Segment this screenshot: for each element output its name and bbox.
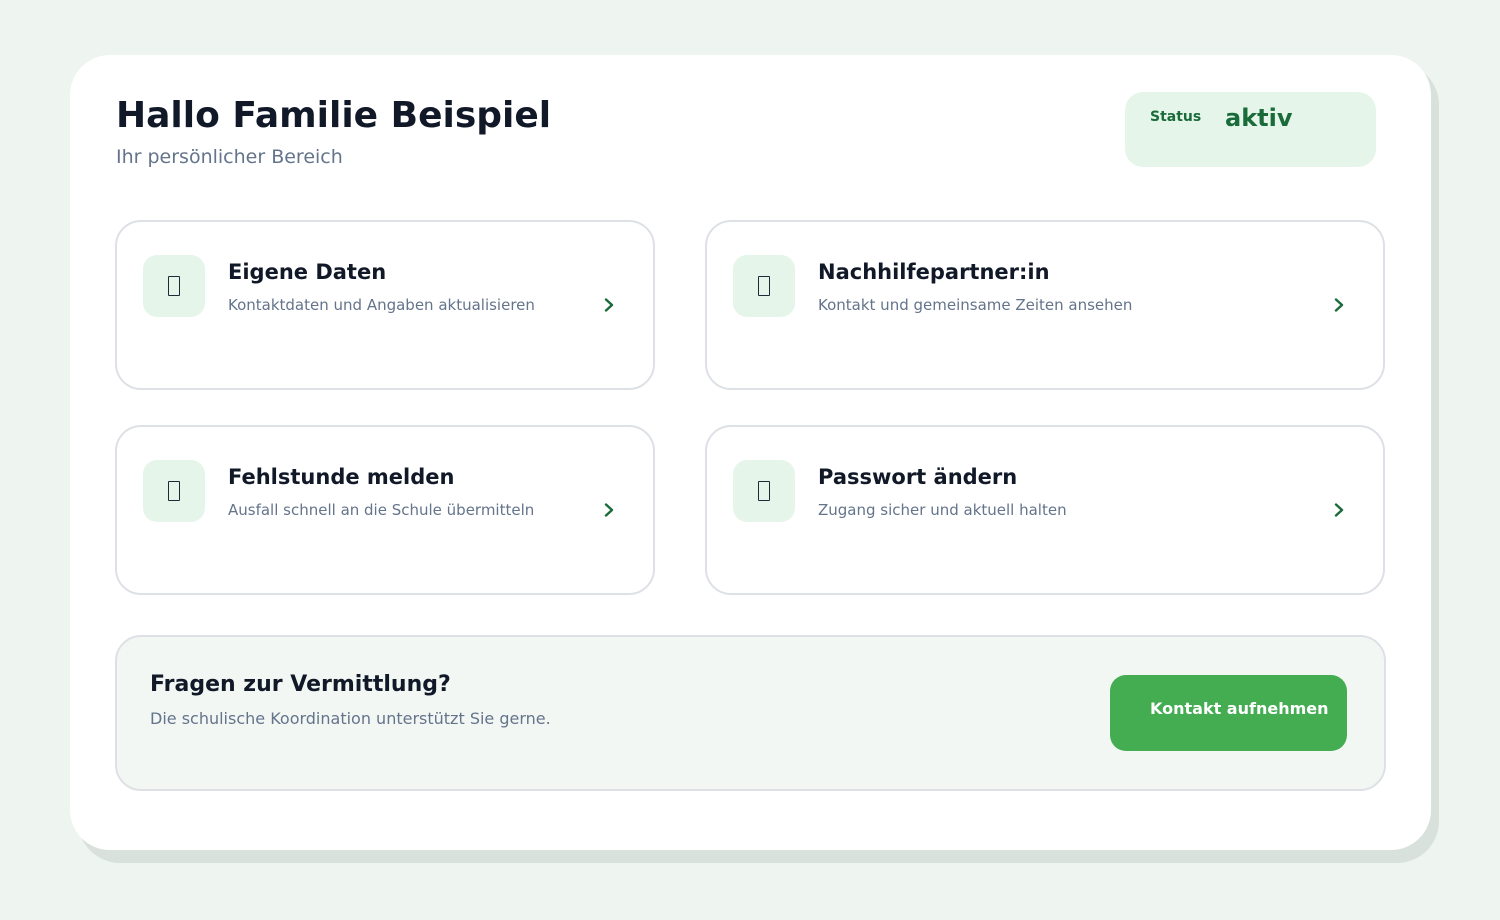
document-icon — [733, 255, 795, 317]
dashboard-card: Hallo Familie Beispiel Ihr persönlicher … — [70, 55, 1431, 850]
chevron-right-icon — [604, 503, 614, 517]
tile-description: Ausfall schnell an die Schule übermittel… — [228, 501, 535, 519]
help-box: Fragen zur Vermittlung? Die schulische K… — [115, 635, 1386, 791]
status-badge: Status aktiv — [1125, 92, 1376, 167]
status-label: Status — [1150, 109, 1202, 125]
page-title: Hallo Familie Beispiel — [116, 95, 552, 136]
chevron-right-icon — [1334, 503, 1344, 517]
tile-description: Zugang sicher und aktuell halten — [818, 501, 1067, 519]
document-icon — [143, 255, 205, 317]
document-icon — [143, 460, 205, 522]
document-icon — [733, 460, 795, 522]
chevron-right-icon — [1334, 298, 1344, 312]
tile-nachhilfepartner[interactable]: Nachhilfepartner:in Kontakt und gemeinsa… — [705, 220, 1385, 390]
tile-eigene-daten[interactable]: Eigene Daten Kontaktdaten und Angaben ak… — [115, 220, 655, 390]
contact-button[interactable]: Kontakt aufnehmen — [1110, 675, 1347, 751]
tile-title: Fehlstunde melden — [228, 465, 455, 489]
tile-description: Kontakt und gemeinsame Zeiten ansehen — [818, 296, 1133, 314]
tile-passwort-aendern[interactable]: Passwort ändern Zugang sicher und aktuel… — [705, 425, 1385, 595]
help-title: Fragen zur Vermittlung? — [150, 672, 451, 697]
tile-title: Passwort ändern — [818, 465, 1018, 489]
chevron-right-icon — [604, 298, 614, 312]
tile-description: Kontaktdaten und Angaben aktualisieren — [228, 296, 535, 314]
page-subtitle: Ihr persönlicher Bereich — [116, 146, 343, 168]
tile-fehlstunde-melden[interactable]: Fehlstunde melden Ausfall schnell an die… — [115, 425, 655, 595]
tile-title: Nachhilfepartner:in — [818, 260, 1050, 284]
status-value: aktiv — [1225, 104, 1293, 132]
tile-title: Eigene Daten — [228, 260, 387, 284]
help-description: Die schulische Koordination unterstützt … — [150, 709, 551, 728]
